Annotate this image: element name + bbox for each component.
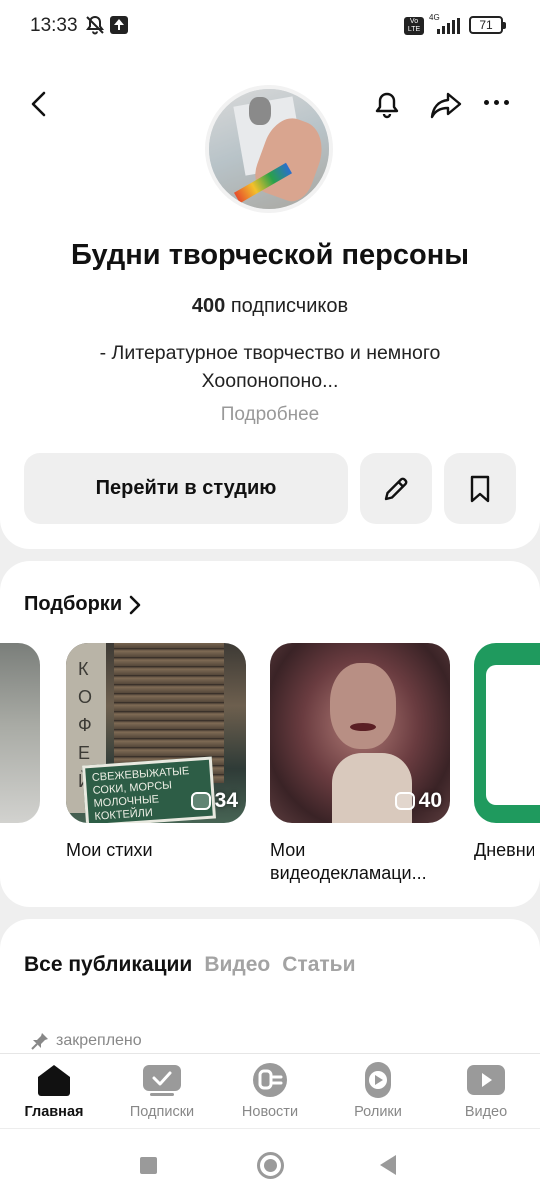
chevron-left-icon	[31, 91, 46, 117]
pencil-icon	[384, 477, 408, 500]
pin-icon	[31, 1033, 48, 1050]
home-icon	[34, 1062, 74, 1098]
collections-header[interactable]: Подборки	[24, 593, 142, 616]
bottom-navigation: Главная Подписки Новости Ролики Видео	[0, 1053, 540, 1128]
collection-count-value: 34	[214, 789, 238, 812]
bookmark-button[interactable]	[444, 453, 516, 524]
battery-icon: 71	[469, 16, 506, 34]
nav-home[interactable]: Главная	[0, 1054, 108, 1128]
collection-card[interactable]: 40	[270, 643, 450, 823]
status-bar: 13:33 Vo LTE 4G 71	[0, 0, 540, 52]
volte-icon: Vo LTE	[404, 17, 424, 35]
channel-description: - Литературное творчество и немного Хооп…	[99, 342, 441, 392]
collection-card-partial[interactable]	[0, 643, 40, 823]
tab-video[interactable]: Видео	[204, 953, 270, 977]
pinned-label: закреплено	[56, 1032, 142, 1049]
more-link[interactable]: Подробнее	[0, 404, 540, 426]
comment-icon	[394, 792, 415, 810]
nav-subscriptions[interactable]: Подписки	[108, 1054, 216, 1128]
tab-all-publications[interactable]: Все публикации	[24, 953, 192, 977]
recent-apps-button[interactable]	[140, 1157, 157, 1174]
collection-count: 34	[190, 789, 238, 813]
system-navigation	[0, 1128, 540, 1200]
nav-label: Видео	[464, 1104, 508, 1120]
share-button[interactable]	[428, 90, 464, 125]
nav-label: Главная	[24, 1104, 84, 1120]
collection-label[interactable]: Мои стихи	[66, 839, 246, 862]
subscribers-label: подписчиков	[230, 295, 349, 317]
notifications-button[interactable]	[372, 90, 402, 125]
collections-section: Подборки КОФЕЙ СВЕЖЕВЫЖАТЫЕ СОКИ, МОРСЫ …	[0, 561, 540, 907]
nav-label: Новости	[241, 1104, 299, 1120]
status-time: 13:33	[30, 15, 78, 36]
edit-button[interactable]	[360, 453, 432, 524]
chevron-right-icon	[129, 595, 141, 614]
bell-off-icon	[84, 14, 106, 41]
bell-icon	[375, 92, 399, 119]
tab-articles[interactable]: Статьи	[282, 953, 355, 977]
subscribers-number: 400	[191, 295, 226, 317]
back-button[interactable]	[26, 90, 54, 118]
nav-news[interactable]: Новости	[216, 1054, 324, 1128]
video-icon	[466, 1062, 506, 1098]
collection-card[interactable]: КОФЕЙ СВЕЖЕВЫЖАТЫЕ СОКИ, МОРСЫ МОЛОЧНЫЕ …	[66, 643, 246, 823]
publication-tabs: Все публикации Видео Статьи	[24, 953, 356, 977]
home-button[interactable]	[257, 1152, 284, 1179]
collection-count-value: 40	[418, 789, 442, 812]
nav-label: Подписки	[129, 1104, 195, 1120]
comment-icon	[190, 792, 211, 810]
collections-title: Подборки	[24, 593, 123, 615]
signal-icon	[437, 18, 460, 34]
channel-title: Будни творческой персоны	[71, 239, 469, 271]
bookmark-icon	[470, 475, 490, 502]
pinned-marker: закреплено	[30, 1031, 142, 1051]
channel-header: Будни творческой персоны 400 подписчиков…	[0, 52, 540, 549]
collection-label[interactable]: Мои видеодекламаци...	[270, 839, 450, 885]
collection-card[interactable]	[474, 643, 540, 823]
nav-video[interactable]: Видео	[432, 1054, 540, 1128]
back-system-button[interactable]	[380, 1155, 396, 1175]
go-to-studio-button[interactable]: Перейти в студию	[24, 453, 348, 524]
subscribers-count: 400 подписчиков	[0, 295, 540, 318]
upload-icon	[110, 16, 128, 34]
nav-clips[interactable]: Ролики	[324, 1054, 432, 1128]
more-options-button[interactable]	[484, 100, 509, 105]
nav-label: Ролики	[354, 1104, 402, 1120]
collection-count: 40	[394, 789, 442, 813]
collection-label[interactable]: Дневник инве...	[474, 839, 534, 862]
channel-avatar[interactable]	[205, 85, 333, 213]
clips-icon	[358, 1062, 398, 1098]
news-icon	[250, 1062, 290, 1098]
subscriptions-icon	[142, 1062, 182, 1098]
share-icon	[430, 92, 462, 119]
